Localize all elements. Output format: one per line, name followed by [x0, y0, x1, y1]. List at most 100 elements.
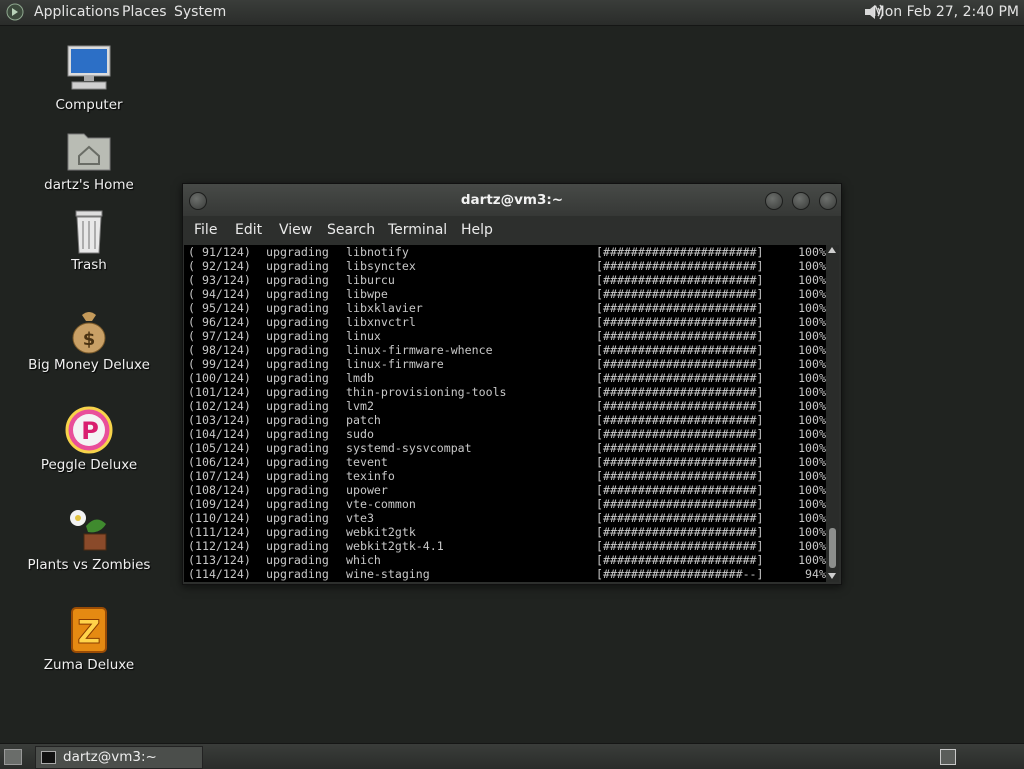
- line-action: upgrading: [266, 287, 329, 301]
- line-index: ( 92/124): [188, 259, 251, 273]
- maximize-icon[interactable]: [792, 192, 810, 210]
- line-progress-bar: [######################]: [596, 497, 764, 511]
- svg-text:Z: Z: [77, 613, 100, 651]
- line-progress-bar: [######################]: [596, 483, 764, 497]
- terminal-window[interactable]: dartz@vm3:~ File Edit View Search Termin…: [182, 183, 842, 585]
- line-index: ( 99/124): [188, 357, 251, 371]
- line-action: upgrading: [266, 427, 329, 441]
- desktop-icon-label: Peggle Deluxe: [40, 457, 138, 473]
- menu-terminal[interactable]: Terminal: [388, 216, 447, 244]
- line-action: upgrading: [266, 441, 329, 455]
- line-package: libnotify: [346, 245, 409, 259]
- line-index: (111/124): [188, 525, 251, 539]
- line-percent: 100%: [798, 343, 826, 357]
- clock[interactable]: Mon Feb 27, 2:40 PM: [873, 0, 1019, 25]
- line-package: systemd-sysvcompat: [346, 441, 472, 455]
- line-action: upgrading: [266, 245, 329, 259]
- line-package: libxklavier: [346, 301, 423, 315]
- show-desktop-icon[interactable]: [4, 749, 22, 765]
- menu-applications[interactable]: Applications: [34, 0, 120, 25]
- line-progress-bar: [######################]: [596, 399, 764, 413]
- plants-icon: [70, 510, 107, 551]
- line-percent: 100%: [798, 357, 826, 371]
- line-index: ( 94/124): [188, 287, 251, 301]
- desktop-icon-label: Computer: [55, 97, 123, 113]
- line-progress-bar: [######################]: [596, 245, 764, 259]
- line-index: (109/124): [188, 497, 251, 511]
- line-action: upgrading: [266, 259, 329, 273]
- terminal-scrollbar[interactable]: [826, 245, 839, 582]
- line-progress-bar: [######################]: [596, 525, 764, 539]
- line-index: (114/124): [188, 567, 251, 581]
- line-progress-bar: [######################]: [596, 343, 764, 357]
- desktop-icon-label: Trash: [71, 257, 107, 273]
- top-panel: Applications Places System Mon Feb 27, 2…: [0, 0, 1024, 26]
- minimize-icon[interactable]: [765, 192, 783, 210]
- workspace-switcher-icon[interactable]: [940, 749, 956, 765]
- line-action: upgrading: [266, 273, 329, 287]
- line-progress-bar: [######################]: [596, 413, 764, 427]
- scroll-up-icon[interactable]: [828, 247, 836, 253]
- menu-system[interactable]: System: [174, 0, 226, 25]
- line-action: upgrading: [266, 455, 329, 469]
- line-package: linux: [346, 329, 381, 343]
- line-index: ( 91/124): [188, 245, 251, 259]
- line-package: which: [346, 553, 381, 567]
- terminal-output[interactable]: ( 91/124) upgrading libnotify [############…: [184, 245, 826, 582]
- line-index: (110/124): [188, 511, 251, 525]
- line-percent: 100%: [798, 371, 826, 385]
- line-progress-bar: [######################]: [596, 357, 764, 371]
- taskbar-item-terminal[interactable]: dartz@vm3:~: [35, 746, 203, 769]
- line-index: (103/124): [188, 413, 251, 427]
- line-percent: 100%: [798, 287, 826, 301]
- home-folder-icon: [67, 133, 111, 171]
- line-percent: 100%: [798, 385, 826, 399]
- line-package: tevent: [346, 455, 388, 469]
- line-percent: 100%: [798, 245, 826, 259]
- line-action: upgrading: [266, 553, 329, 567]
- line-percent: 100%: [798, 525, 826, 539]
- line-index: ( 95/124): [188, 301, 251, 315]
- line-percent: 100%: [798, 511, 826, 525]
- menu-file[interactable]: File: [194, 216, 217, 244]
- line-index: (101/124): [188, 385, 251, 399]
- line-percent: 100%: [798, 469, 826, 483]
- line-action: upgrading: [266, 567, 329, 581]
- window-titlebar[interactable]: dartz@vm3:~: [183, 184, 841, 216]
- menu-search[interactable]: Search: [327, 216, 375, 244]
- gnome-foot-icon[interactable]: [6, 3, 24, 21]
- line-action: upgrading: [266, 511, 329, 525]
- menu-places[interactable]: Places: [122, 0, 167, 25]
- window-title: dartz@vm3:~: [460, 192, 564, 208]
- line-percent: 100%: [798, 301, 826, 315]
- line-package: webkit2gtk-4.1: [346, 539, 444, 553]
- line-percent: 100%: [798, 315, 826, 329]
- line-progress-bar: [######################]: [596, 301, 764, 315]
- line-package: sudo: [346, 427, 374, 441]
- scrollbar-thumb[interactable]: [829, 528, 836, 568]
- line-action: upgrading: [266, 301, 329, 315]
- line-package: vte-common: [346, 497, 416, 511]
- taskbar-item-label: dartz@vm3:~: [63, 749, 157, 765]
- line-action: upgrading: [266, 469, 329, 483]
- peggle-icon: P: [65, 406, 113, 454]
- menu-edit[interactable]: Edit: [235, 216, 262, 244]
- line-action: upgrading: [266, 525, 329, 539]
- line-progress-bar: [######################]: [596, 455, 764, 469]
- desktop-icon-label: dartz's Home: [44, 177, 134, 193]
- line-progress-bar: [######################]: [596, 553, 764, 567]
- menu-help[interactable]: Help: [461, 216, 493, 244]
- line-index: (106/124): [188, 455, 251, 469]
- line-progress-bar: [######################]: [596, 329, 764, 343]
- scroll-down-icon[interactable]: [828, 573, 836, 579]
- line-index: ( 97/124): [188, 329, 251, 343]
- line-percent: 100%: [798, 441, 826, 455]
- line-index: (112/124): [188, 539, 251, 553]
- terminal-menubar: File Edit View Search Terminal Help: [183, 216, 841, 244]
- menu-view[interactable]: View: [279, 216, 312, 244]
- desktop-icon-label: Zuma Deluxe: [43, 657, 135, 673]
- close-icon[interactable]: [819, 192, 837, 210]
- line-index: (104/124): [188, 427, 251, 441]
- line-action: upgrading: [266, 315, 329, 329]
- line-index: (105/124): [188, 441, 251, 455]
